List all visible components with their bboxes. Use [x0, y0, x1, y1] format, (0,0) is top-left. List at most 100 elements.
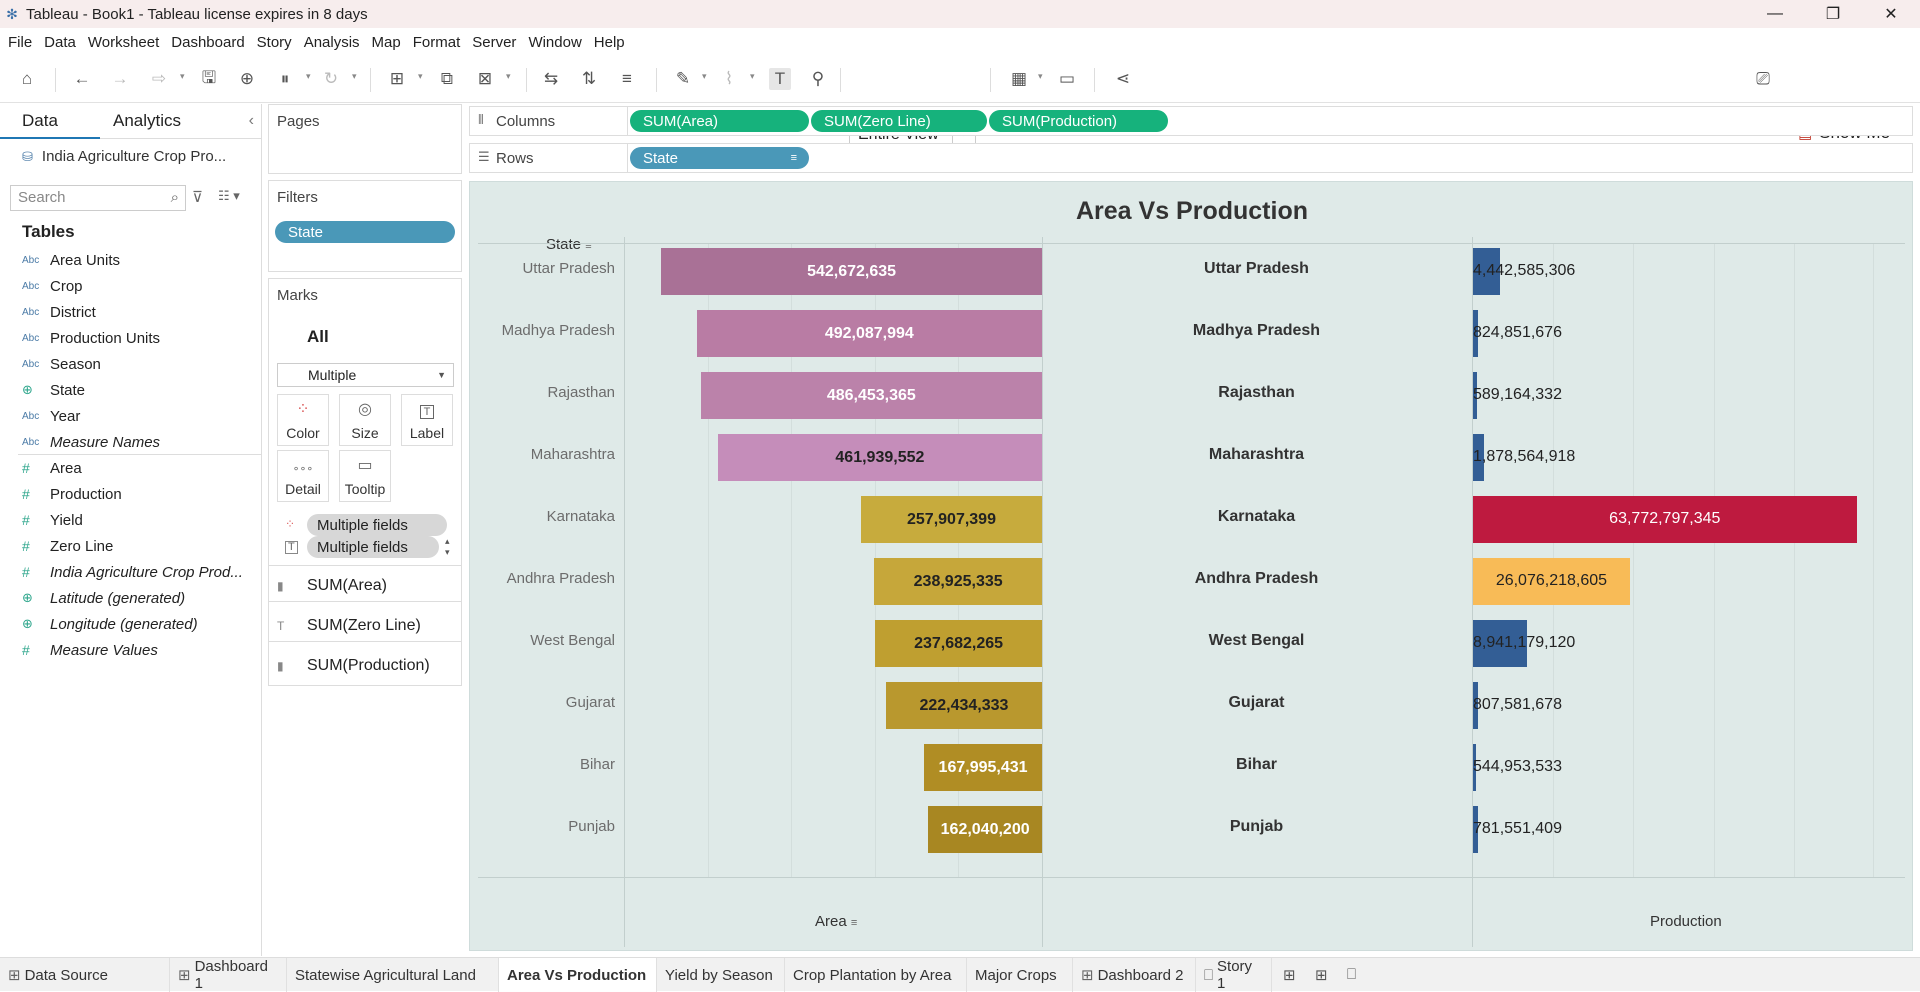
marks-field-pill-label[interactable]: Multiple fields	[307, 536, 439, 558]
row-label[interactable]: Punjab	[470, 818, 615, 835]
undo-icon[interactable]: ←	[71, 68, 93, 90]
tab-dashboard-2[interactable]: ⊞ Dashboard 2	[1073, 958, 1196, 992]
zero-line-label[interactable]: Andhra Pradesh	[1042, 570, 1471, 588]
mark-type-select[interactable]: Multiple ▼	[277, 363, 454, 387]
field-state[interactable]: ⊕ State	[22, 378, 85, 402]
area-bar[interactable]: 162,040,200	[928, 806, 1042, 853]
area-bar[interactable]: 222,434,333	[885, 682, 1042, 729]
columns-shelf[interactable]: ⦀ Columns SUM(Area) SUM(Zero Line) SUM(P…	[469, 106, 1913, 136]
area-bar[interactable]: 492,087,994	[696, 310, 1042, 357]
zero-line-label[interactable]: Bihar	[1042, 756, 1471, 774]
restore-button[interactable]: ❐	[1804, 0, 1862, 28]
row-label[interactable]: West Bengal	[470, 632, 615, 649]
tab-dashboard-1[interactable]: ⊞ Dashboard 1	[170, 958, 287, 992]
zero-line-label[interactable]: Uttar Pradesh	[1042, 260, 1471, 278]
x-axis-title-production[interactable]: Production	[1650, 913, 1722, 930]
field-yield[interactable]: # Yield	[22, 508, 83, 532]
field-production-units[interactable]: Abc Production Units	[22, 326, 160, 350]
search-input[interactable]: Search ⌕	[10, 185, 186, 211]
sort-ascending-icon[interactable]: ⇅	[578, 68, 600, 90]
menu-analysis[interactable]: Analysis	[304, 34, 360, 51]
scroll-arrows-icon[interactable]: ▴ ▾	[445, 536, 450, 558]
row-label[interactable]: Maharashtra	[470, 446, 615, 463]
menu-dashboard[interactable]: Dashboard	[171, 34, 244, 51]
new-worksheet-icon[interactable]: ⊞	[386, 68, 408, 90]
rows-shelf[interactable]: ☰ Rows State ≡	[469, 143, 1913, 173]
sort-descending-icon[interactable]: ≡	[616, 68, 638, 90]
field-crop[interactable]: Abc Crop	[22, 274, 83, 298]
detail-button[interactable]: ∘∘∘ Detail	[277, 450, 329, 502]
area-bar[interactable]: 542,672,635	[661, 248, 1042, 295]
new-dashboard-tab-icon[interactable]: ⊞	[1315, 966, 1328, 984]
new-worksheet-tab-icon[interactable]: ⊞	[1283, 966, 1296, 984]
tooltip-button[interactable]: ▭ Tooltip	[339, 450, 391, 502]
filter-icon[interactable]: ⊽	[192, 188, 203, 206]
field-india-agriculture-crop-prod[interactable]: # India Agriculture Crop Prod...	[22, 560, 243, 584]
marks-all-tab[interactable]: All	[307, 327, 329, 347]
row-label[interactable]: Madhya Pradesh	[470, 322, 615, 339]
row-header-state[interactable]: State ≡	[546, 236, 592, 253]
tab-yield-by-season[interactable]: Yield by Season	[657, 958, 785, 992]
menu-help[interactable]: Help	[594, 34, 625, 51]
tab-statewise-agricultural-land[interactable]: Statewise Agricultural Land	[287, 958, 499, 992]
row-label[interactable]: Bihar	[470, 756, 615, 773]
format-painter-icon[interactable]: ⎚	[1752, 68, 1774, 90]
new-data-source-icon[interactable]: ⊕	[236, 68, 258, 90]
close-button[interactable]: ✕	[1862, 0, 1920, 28]
replay-icon[interactable]: ⇨	[148, 68, 170, 90]
area-bar[interactable]: 486,453,365	[700, 372, 1042, 419]
tab-major-crops[interactable]: Major Crops	[967, 958, 1073, 992]
zero-line-label[interactable]: Rajasthan	[1042, 384, 1471, 402]
tab-data[interactable]: Data	[0, 104, 100, 139]
collapse-pane-icon[interactable]: ‹	[249, 112, 254, 130]
size-button[interactable]: ◎ Size	[339, 394, 391, 446]
filters-shelf[interactable]: Filters State	[268, 180, 462, 272]
field-measure-values[interactable]: # Measure Values	[22, 638, 158, 662]
clear-sheet-icon[interactable]: ⊠	[474, 68, 496, 90]
field-latitude-generated[interactable]: ⊕ Latitude (generated)	[22, 586, 185, 610]
field-longitude-generated[interactable]: ⊕ Longitude (generated)	[22, 612, 198, 636]
refresh-icon[interactable]: ↻	[320, 68, 342, 90]
fix-axes-icon[interactable]: ⚲	[807, 68, 829, 90]
row-label[interactable]: Uttar Pradesh	[470, 260, 615, 277]
swap-rows-columns-icon[interactable]: ⇆	[540, 68, 562, 90]
zero-line-label[interactable]: Karnataka	[1042, 508, 1471, 526]
field-production[interactable]: # Production	[22, 482, 122, 506]
tab-crop-plantation-by-area[interactable]: Crop Plantation by Area	[785, 958, 967, 992]
column-pill-sum-area[interactable]: SUM(Area)	[630, 110, 809, 132]
datasource-item[interactable]: ⛁ India Agriculture Crop Pro...	[22, 148, 226, 165]
view-options-icon[interactable]: ☷ ▾	[218, 188, 240, 204]
menu-worksheet[interactable]: Worksheet	[88, 34, 159, 51]
area-bar[interactable]: 238,925,335	[874, 558, 1042, 605]
filter-pill-state[interactable]: State	[275, 221, 455, 243]
group-members-icon[interactable]: ⌇	[718, 68, 740, 90]
menu-file[interactable]: File	[8, 34, 32, 51]
share-icon[interactable]: ⋖	[1112, 68, 1134, 90]
minimize-button[interactable]: —	[1746, 0, 1804, 28]
tab-data-source[interactable]: ⊞ Data Source	[0, 958, 170, 992]
column-pill-sum-zero-line[interactable]: SUM(Zero Line)	[811, 110, 987, 132]
zero-line-label[interactable]: Gujarat	[1042, 694, 1471, 712]
area-bar[interactable]: 257,907,399	[861, 496, 1042, 543]
row-pill-state[interactable]: State ≡	[630, 147, 809, 169]
save-icon[interactable]: 🖫	[198, 68, 220, 90]
show-mark-labels-icon[interactable]: T	[769, 68, 791, 90]
tab-area-vs-production[interactable]: Area Vs Production	[499, 958, 657, 992]
marks-card-sum-area[interactable]: ▮ SUM(Area)	[277, 571, 387, 601]
zero-line-label[interactable]: Punjab	[1042, 818, 1471, 836]
menu-server[interactable]: Server	[472, 34, 516, 51]
menu-window[interactable]: Window	[528, 34, 581, 51]
show-cards-icon[interactable]: ▦	[1008, 68, 1030, 90]
area-bar[interactable]: 461,939,552	[717, 434, 1042, 481]
field-area-units[interactable]: Abc Area Units	[22, 248, 120, 272]
menu-data[interactable]: Data	[44, 34, 76, 51]
zero-line-label[interactable]: Madhya Pradesh	[1042, 322, 1471, 340]
x-axis-title-area[interactable]: Area ≡	[815, 913, 857, 930]
pages-shelf[interactable]: Pages	[268, 104, 462, 174]
marks-card-sum-zero-line[interactable]: T SUM(Zero Line)	[277, 611, 421, 641]
highlight-icon[interactable]: ✎	[672, 68, 694, 90]
redo-icon[interactable]: →	[109, 68, 131, 90]
row-label[interactable]: Karnataka	[470, 508, 615, 525]
field-area[interactable]: # Area	[22, 456, 82, 480]
column-pill-sum-production[interactable]: SUM(Production)	[989, 110, 1168, 132]
